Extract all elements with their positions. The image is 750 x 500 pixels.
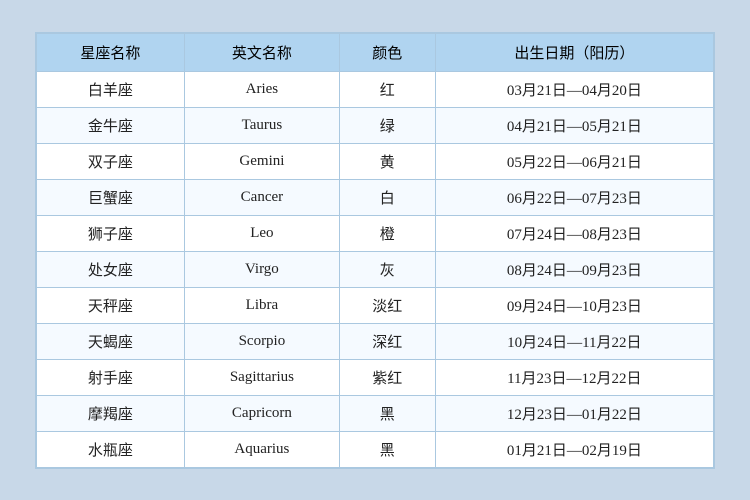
cell-color: 深红: [339, 323, 435, 359]
cell-color: 灰: [339, 251, 435, 287]
cell-chinese-name: 水瓶座: [37, 431, 185, 467]
table-row: 处女座Virgo灰08月24日—09月23日: [37, 251, 714, 287]
table-row: 射手座Sagittarius紫红11月23日—12月22日: [37, 359, 714, 395]
cell-english-name: Capricorn: [184, 395, 339, 431]
cell-english-name: Aquarius: [184, 431, 339, 467]
cell-chinese-name: 巨蟹座: [37, 179, 185, 215]
header-english-name: 英文名称: [184, 33, 339, 71]
cell-chinese-name: 狮子座: [37, 215, 185, 251]
cell-birthdate: 06月22日—07月23日: [435, 179, 713, 215]
table-body: 白羊座Aries红03月21日—04月20日金牛座Taurus绿04月21日—0…: [37, 71, 714, 467]
cell-english-name: Cancer: [184, 179, 339, 215]
header-chinese-name: 星座名称: [37, 33, 185, 71]
cell-color: 黄: [339, 143, 435, 179]
cell-english-name: Sagittarius: [184, 359, 339, 395]
cell-english-name: Gemini: [184, 143, 339, 179]
cell-color: 橙: [339, 215, 435, 251]
cell-chinese-name: 摩羯座: [37, 395, 185, 431]
cell-color: 白: [339, 179, 435, 215]
zodiac-table-container: 星座名称 英文名称 颜色 出生日期（阳历） 白羊座Aries红03月21日—04…: [35, 32, 715, 469]
cell-english-name: Taurus: [184, 107, 339, 143]
table-row: 水瓶座Aquarius黑01月21日—02月19日: [37, 431, 714, 467]
cell-chinese-name: 天蝎座: [37, 323, 185, 359]
cell-birthdate: 12月23日—01月22日: [435, 395, 713, 431]
cell-birthdate: 04月21日—05月21日: [435, 107, 713, 143]
cell-color: 紫红: [339, 359, 435, 395]
table-row: 巨蟹座Cancer白06月22日—07月23日: [37, 179, 714, 215]
cell-color: 黑: [339, 431, 435, 467]
cell-chinese-name: 处女座: [37, 251, 185, 287]
zodiac-table: 星座名称 英文名称 颜色 出生日期（阳历） 白羊座Aries红03月21日—04…: [36, 33, 714, 468]
cell-english-name: Libra: [184, 287, 339, 323]
cell-chinese-name: 射手座: [37, 359, 185, 395]
table-row: 天蝎座Scorpio深红10月24日—11月22日: [37, 323, 714, 359]
table-row: 双子座Gemini黄05月22日—06月21日: [37, 143, 714, 179]
cell-birthdate: 09月24日—10月23日: [435, 287, 713, 323]
cell-chinese-name: 双子座: [37, 143, 185, 179]
cell-english-name: Scorpio: [184, 323, 339, 359]
cell-color: 黑: [339, 395, 435, 431]
cell-birthdate: 10月24日—11月22日: [435, 323, 713, 359]
table-row: 天秤座Libra淡红09月24日—10月23日: [37, 287, 714, 323]
cell-english-name: Leo: [184, 215, 339, 251]
cell-birthdate: 11月23日—12月22日: [435, 359, 713, 395]
cell-chinese-name: 白羊座: [37, 71, 185, 107]
header-color: 颜色: [339, 33, 435, 71]
cell-english-name: Aries: [184, 71, 339, 107]
cell-birthdate: 05月22日—06月21日: [435, 143, 713, 179]
cell-birthdate: 03月21日—04月20日: [435, 71, 713, 107]
table-row: 白羊座Aries红03月21日—04月20日: [37, 71, 714, 107]
table-row: 摩羯座Capricorn黑12月23日—01月22日: [37, 395, 714, 431]
cell-color: 红: [339, 71, 435, 107]
cell-color: 绿: [339, 107, 435, 143]
table-row: 狮子座Leo橙07月24日—08月23日: [37, 215, 714, 251]
cell-birthdate: 01月21日—02月19日: [435, 431, 713, 467]
table-row: 金牛座Taurus绿04月21日—05月21日: [37, 107, 714, 143]
cell-color: 淡红: [339, 287, 435, 323]
cell-chinese-name: 金牛座: [37, 107, 185, 143]
cell-birthdate: 08月24日—09月23日: [435, 251, 713, 287]
table-header-row: 星座名称 英文名称 颜色 出生日期（阳历）: [37, 33, 714, 71]
header-birthdate: 出生日期（阳历）: [435, 33, 713, 71]
cell-english-name: Virgo: [184, 251, 339, 287]
cell-chinese-name: 天秤座: [37, 287, 185, 323]
cell-birthdate: 07月24日—08月23日: [435, 215, 713, 251]
